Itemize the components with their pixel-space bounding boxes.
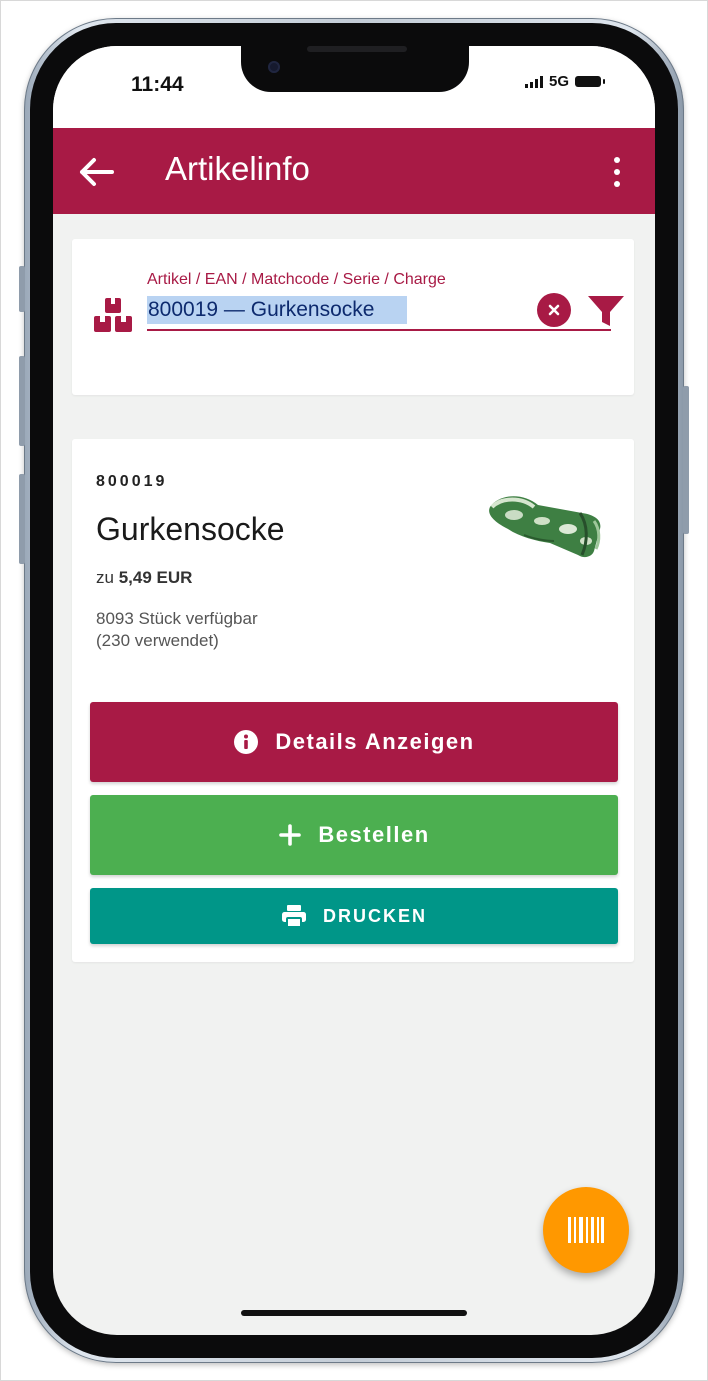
page-title: Artikelinfo [165,150,310,187]
signal-icon [524,75,543,88]
printer-icon [281,904,307,928]
silent-switch [19,266,25,312]
stock-used: (230 verwendet) [96,631,219,650]
search-input[interactable] [147,296,407,324]
back-button[interactable] [75,150,119,194]
status-indicators: 5G [524,73,605,90]
order-button[interactable]: Bestellen [90,795,618,875]
volume-down-button [19,474,25,564]
article-name: Gurkensocke [96,511,285,547]
article-price: zu 5,49 EUR [96,568,192,588]
barcode-scan-button[interactable] [543,1187,629,1273]
details-button[interactable]: Details Anzeigen [90,702,618,782]
sock-image [489,496,601,558]
boxes-icon [94,298,132,332]
price-value: 5,49 EUR [118,568,193,587]
app-bar: Artikelinfo [53,128,655,214]
price-prefix: zu [96,568,114,587]
search-label: Artikel / EAN / Matchcode / Serie / Char… [147,271,446,288]
more-menu-button[interactable] [607,152,627,192]
network-type: 5G [548,73,569,90]
plus-icon [278,823,302,847]
power-button [683,386,689,534]
order-button-label: Bestellen [318,822,430,847]
barcode-icon [568,1217,604,1243]
phone-screen: 11:44 5G Artikelinfo Artikel / EAN / Mat… [53,46,655,1335]
clear-search-button[interactable] [537,293,571,327]
stock-available: 8093 Stück verfügbar [96,609,258,628]
speaker-grille [307,46,407,52]
home-indicator[interactable] [241,1310,467,1316]
info-icon [233,729,259,755]
front-camera [268,61,280,73]
article-number: 800019 [96,473,168,490]
battery-icon [575,76,605,87]
search-card: Artikel / EAN / Matchcode / Serie / Char… [72,239,634,395]
search-underline [147,329,611,331]
print-button-label: DRUCKEN [323,905,427,926]
arrow-left-icon [80,158,114,186]
status-time: 11:44 [131,73,184,96]
more-vert-icon [614,157,620,163]
clear-circle-icon [548,304,560,316]
print-button[interactable]: DRUCKEN [90,888,618,944]
filter-icon[interactable] [586,293,626,329]
details-button-label: Details Anzeigen [275,729,475,754]
volume-up-button [19,356,25,446]
article-card: 800019 Gurkensocke zu 5,49 EUR 8093 Stüc… [72,439,634,962]
